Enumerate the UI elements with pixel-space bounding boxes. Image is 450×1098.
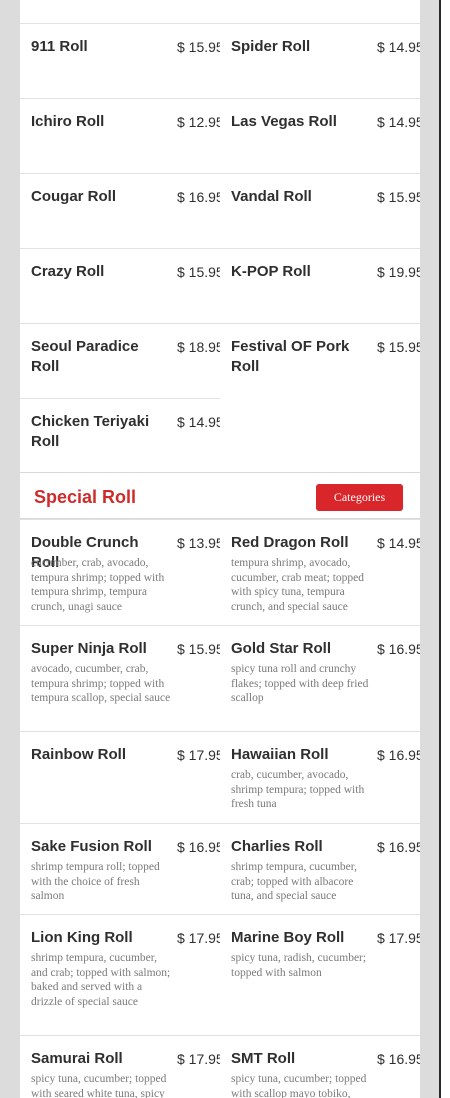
item-name: Gold Star Roll [231,640,332,657]
item-price: $ 17.95 [377,930,420,946]
item-price: $ 16.95 [377,641,420,657]
item-name: Samurai Roll [31,1050,123,1067]
menu-item[interactable]: Hawaiian Roll $ 16.95 crab, cucumber, av… [220,731,420,823]
page-margin [441,0,450,1098]
item-name: Marine Boy Roll [231,929,345,946]
menu-item[interactable]: Lion King Roll $ 17.95 shrimp tempura, c… [20,914,220,1035]
item-description: crab, cucumber, avocado, shrimp tempura;… [231,769,365,810]
menu-panel: 911 Roll $ 15.95 Spider Roll $ 14.95 Ich… [20,0,420,1098]
item-price: $ 19.95 [377,264,420,280]
menu-item[interactable]: Double Crunch Roll $ 13.95 cucumber, cra… [20,519,220,625]
item-price: $ 16.95 [377,1051,420,1067]
item-price: $ 16.95 [177,189,220,205]
item-description: spicy tuna roll and crunchy flakes; topp… [231,663,369,704]
categories-button[interactable]: Categories [316,484,403,511]
menu-item[interactable]: Las Vegas Roll $ 14.95 [220,98,420,173]
item-price: $ 14.95 [177,414,220,430]
menu-item[interactable]: Festival OF Pork Roll $ 15.95 [220,323,420,398]
item-name: Festival OF Pork Roll [231,338,350,375]
item-description: shrimp tempura, cucumber, crab; topped w… [231,861,358,902]
item-description: avocado, cucumber, crab, tempura shrimp;… [31,663,171,704]
item-name: Lion King Roll [31,929,133,946]
item-description: tempura shrimp, avocado, cucumber, crab … [231,557,365,613]
menu-item[interactable]: Crazy Roll $ 15.95 [20,248,220,323]
item-price: $ 17.95 [177,930,220,946]
item-name: Charlies Roll [231,838,323,855]
menu-item[interactable]: Ichiro Roll $ 12.95 [20,98,220,173]
item-price: $ 14.95 [377,39,420,55]
item-name: Cougar Roll [31,188,116,205]
menu-item[interactable]: Spider Roll $ 14.95 [220,23,420,98]
menu-item[interactable]: Red Dragon Roll $ 14.95 tempura shrimp, … [220,519,420,625]
item-price: $ 14.95 [377,535,420,551]
item-name: Las Vegas Roll [231,113,337,130]
item-name: Spider Roll [231,38,311,55]
item-name: Red Dragon Roll [231,534,349,551]
item-price: $ 16.95 [377,747,420,763]
item-name: Sake Fusion Roll [31,838,152,855]
item-description: cucumber, crab, avocado, tempura shrimp;… [31,557,165,613]
menu-item[interactable]: Charlies Roll $ 16.95 shrimp tempura, cu… [220,823,420,914]
section-header: Special Roll Categories [20,472,420,519]
menu-item[interactable]: Sake Fusion Roll $ 16.95 shrimp tempura … [20,823,220,914]
menu-item[interactable]: Vandal Roll $ 15.95 [220,173,420,248]
item-name: Hawaiian Roll [231,746,329,763]
item-price: $ 17.95 [177,1051,220,1067]
item-name: Ichiro Roll [31,113,105,130]
section-title: Special Roll [34,487,137,507]
menu-item[interactable]: Cougar Roll $ 16.95 [20,173,220,248]
item-price: $ 15.95 [177,264,220,280]
item-description: spicy tuna, radish, cucumber; topped wit… [231,952,367,979]
item-name: 911 Roll [31,38,88,55]
menu-item[interactable]: Gold Star Roll $ 16.95 spicy tuna roll a… [220,625,420,731]
item-price: $ 15.95 [177,641,220,657]
item-price: $ 15.95 [377,189,420,205]
item-description: spicy tuna, cucumber; topped with seared… [31,1073,167,1098]
item-price: $ 17.95 [177,747,220,763]
menu-item[interactable]: Marine Boy Roll $ 17.95 spicy tuna, radi… [220,914,420,1035]
item-description: shrimp tempura roll; topped with the cho… [31,861,160,902]
item-price: $ 16.95 [377,839,420,855]
menu-item[interactable]: 911 Roll $ 15.95 [20,23,220,98]
item-price: $ 16.95 [177,839,220,855]
item-name: SMT Roll [231,1050,296,1067]
menu-item[interactable]: K-POP Roll $ 19.95 [220,248,420,323]
item-description: spicy tuna, cucumber; topped with scallo… [231,1073,367,1098]
menu-item[interactable]: Seoul Paradice Roll $ 18.95 [20,323,220,398]
menu-item[interactable]: Samurai Roll $ 17.95 spicy tuna, cucumbe… [20,1035,220,1098]
item-name: Super Ninja Roll [31,640,147,657]
item-name: K-POP Roll [231,263,311,280]
menu-item[interactable]: Rainbow Roll $ 17.95 [20,731,220,823]
item-price: $ 15.95 [377,339,420,355]
item-name: Vandal Roll [231,188,312,205]
item-name: Rainbow Roll [31,746,126,763]
item-description: shrimp tempura, cucumber, and crab; topp… [31,952,171,1008]
menu-item[interactable]: SMT Roll $ 16.95 spicy tuna, cucumber; t… [220,1035,420,1098]
item-price: $ 14.95 [377,114,420,130]
item-price: $ 15.95 [177,39,220,55]
item-name: Chicken Teriyaki Roll [31,413,150,450]
menu-item[interactable]: Super Ninja Roll $ 15.95 avocado, cucumb… [20,625,220,731]
item-price: $ 12.95 [177,114,220,130]
item-name: Seoul Paradice Roll [31,338,139,375]
menu-item[interactable]: Chicken Teriyaki Roll $ 14.95 [20,398,220,472]
item-name: Crazy Roll [31,263,105,280]
item-price: $ 13.95 [177,535,220,551]
item-price: $ 18.95 [177,339,220,355]
